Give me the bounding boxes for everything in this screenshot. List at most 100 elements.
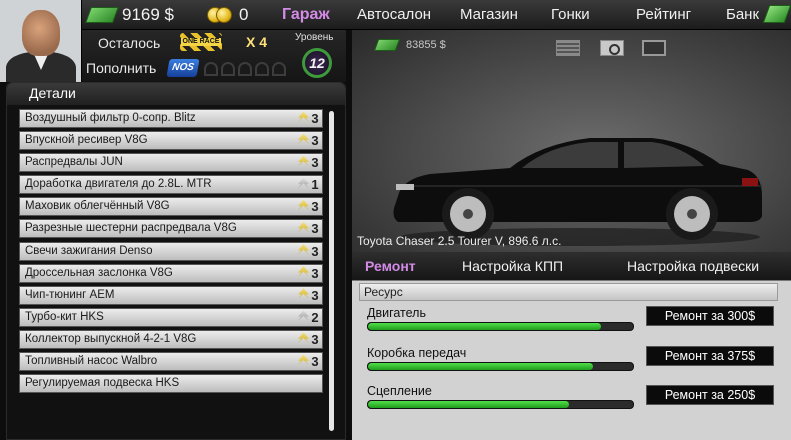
- part-name: Топливный насос Walbro: [25, 355, 158, 368]
- car-view: 83855 $ Toyota Chaser 2.5 Tourer V, 896.…: [352, 30, 791, 252]
- nos-icon[interactable]: NOS: [166, 59, 200, 77]
- part-row[interactable]: Разрезные шестерни распредвала V8G 3: [19, 219, 323, 239]
- grade-chevron-icon: [298, 155, 309, 167]
- grade-number: 3: [311, 221, 319, 237]
- part-row[interactable]: Воздушный фильтр 0-сопр. Blitz 3: [19, 109, 323, 128]
- tab-repair[interactable]: Ремонт: [365, 258, 416, 274]
- part-grade: 3: [298, 353, 320, 370]
- nav-rating[interactable]: Рейтинг: [636, 6, 691, 23]
- part-row[interactable]: Коллектор выпускной 4-2-1 V8G 3: [19, 329, 323, 349]
- car-value: 83855 $: [373, 39, 446, 51]
- grade-number: 3: [311, 287, 319, 303]
- garage-icon[interactable]: [556, 40, 580, 56]
- part-row[interactable]: Дроссельная заслонка V8G 3: [19, 263, 323, 283]
- details-header: Детали: [7, 83, 345, 105]
- main-nav: Гараж Автосалон Магазин Гонки Рейтинг Ба…: [270, 0, 791, 30]
- part-row[interactable]: Свечи зажигания Denso 3: [19, 241, 323, 261]
- nos-slot-icon: [221, 62, 235, 76]
- repair-gearbox-button[interactable]: Ремонт за 375$: [646, 346, 774, 366]
- grade-number: 2: [311, 309, 319, 325]
- repair-clutch-button[interactable]: Ремонт за 250$: [646, 385, 774, 405]
- part-grade: 3: [298, 220, 320, 237]
- race-count: X 4: [246, 34, 268, 50]
- part-row[interactable]: Регулируемая подвеска HKS: [19, 374, 323, 394]
- nav-garage[interactable]: Гараж: [282, 6, 330, 24]
- car-price: 83855 $: [406, 39, 446, 51]
- nos-slot-icon: [238, 62, 252, 76]
- part-grade: 3: [298, 243, 320, 260]
- part-row[interactable]: Впускной ресивер V8G 3: [19, 131, 323, 151]
- resource-label: Ресурс: [364, 285, 403, 299]
- part-grade: 3: [298, 287, 320, 304]
- grade-number: 3: [311, 331, 319, 347]
- part-grade: 3: [298, 132, 320, 149]
- part-row[interactable]: Распредвалы JUN 3: [19, 153, 323, 173]
- part-grade: 1: [298, 176, 320, 193]
- screen-icon[interactable]: [642, 40, 666, 56]
- cash-amount: 9169 $: [122, 5, 174, 24]
- part-row[interactable]: Турбо-кит HKS 2: [19, 307, 323, 327]
- grade-chevron-icon: [298, 332, 309, 343]
- one-race-ticket-icon: ONE RACE: [180, 33, 222, 51]
- nav-bank[interactable]: Банк: [726, 6, 759, 23]
- bank-cash-icon[interactable]: [762, 5, 791, 23]
- parts-list: Воздушный фильтр 0-сопр. Blitz 3 Впускной …: [19, 109, 323, 396]
- car-caption: Toyota Chaser 2.5 Tourer V, 896.6 л.с.: [357, 234, 562, 248]
- part-row[interactable]: Маховик облегчённый V8G 3: [19, 197, 323, 217]
- part-row[interactable]: Доработка двигателя до 2.8L. MTR 1: [19, 175, 323, 195]
- cash-icon: [373, 39, 401, 51]
- coins-display: 0: [207, 3, 248, 27]
- grade-chevron-icon: [298, 266, 309, 277]
- part-name: Воздушный фильтр 0-сопр. Blitz: [25, 112, 196, 124]
- part-grade: 2: [298, 309, 320, 326]
- resource-header: Ресурс: [359, 283, 778, 301]
- part-name: Разрезные шестерни распредвала V8G: [25, 222, 237, 235]
- camera-icon[interactable]: [600, 40, 624, 56]
- repair-engine-button[interactable]: Ремонт за 300$: [646, 306, 774, 326]
- player-info-panel: Осталось ONE RACE X 4 Пополнить NOS: [82, 30, 292, 82]
- grade-chevron-icon: [298, 221, 309, 233]
- nav-dealership[interactable]: Автосалон: [357, 6, 431, 23]
- progress-fill: [368, 363, 594, 370]
- tab-suspension-tuning[interactable]: Настройка подвески: [627, 258, 759, 274]
- clutch-label: Сцепление: [367, 384, 432, 398]
- part-grade: 3: [298, 110, 320, 127]
- nav-shop[interactable]: Магазин: [460, 6, 518, 23]
- details-title: Детали: [29, 85, 76, 101]
- part-name: Чип-тюнинг AEM: [25, 288, 115, 301]
- grade-number: 3: [311, 133, 319, 149]
- progress-fill: [368, 401, 570, 408]
- nos-slot-icon: [255, 62, 269, 76]
- parts-scrollbar[interactable]: [329, 111, 334, 431]
- grade-chevron-icon: [298, 354, 309, 366]
- part-row[interactable]: Топливный насос Walbro 3: [19, 352, 323, 372]
- grade-chevron-icon: [298, 244, 309, 255]
- player-avatar[interactable]: [0, 0, 82, 82]
- engine-label: Двигатель: [367, 306, 426, 320]
- grade-number: 3: [311, 243, 319, 259]
- grade-chevron-icon: [298, 288, 309, 299]
- engine-progress: [367, 322, 634, 331]
- level-label: Уровень: [295, 32, 334, 43]
- grade-chevron-icon: [298, 199, 309, 211]
- tab-bar: Ремонт Настройка КПП Настройка подвески: [352, 252, 791, 280]
- tab-gearbox-tuning[interactable]: Настройка КПП: [462, 258, 563, 274]
- cash-display: 9169 $: [85, 3, 174, 27]
- grade-chevron-icon: [298, 111, 309, 122]
- nav-races[interactable]: Гонки: [551, 6, 590, 23]
- grade-number: 3: [311, 111, 319, 126]
- progress-fill: [368, 323, 602, 330]
- race-badge-text: ONE RACE: [180, 38, 222, 46]
- grade-chevron-icon: [298, 133, 309, 145]
- repair-panel: Ресурс Двигатель Ремонт за 300$ Коробка …: [352, 280, 791, 440]
- part-name: Доработка двигателя до 2.8L. MTR: [25, 178, 212, 191]
- grade-chevron-icon: [298, 177, 309, 189]
- refill-label[interactable]: Пополнить: [86, 60, 156, 76]
- grade-number: 3: [311, 354, 319, 370]
- part-grade: 3: [298, 198, 320, 215]
- grade-number: 1: [311, 177, 319, 193]
- nos-slot-icon: [204, 62, 218, 76]
- part-name: Турбо-кит HKS: [25, 310, 104, 323]
- part-name: Впускной ресивер V8G: [25, 134, 148, 147]
- part-row[interactable]: Чип-тюнинг AEM 3: [19, 285, 323, 305]
